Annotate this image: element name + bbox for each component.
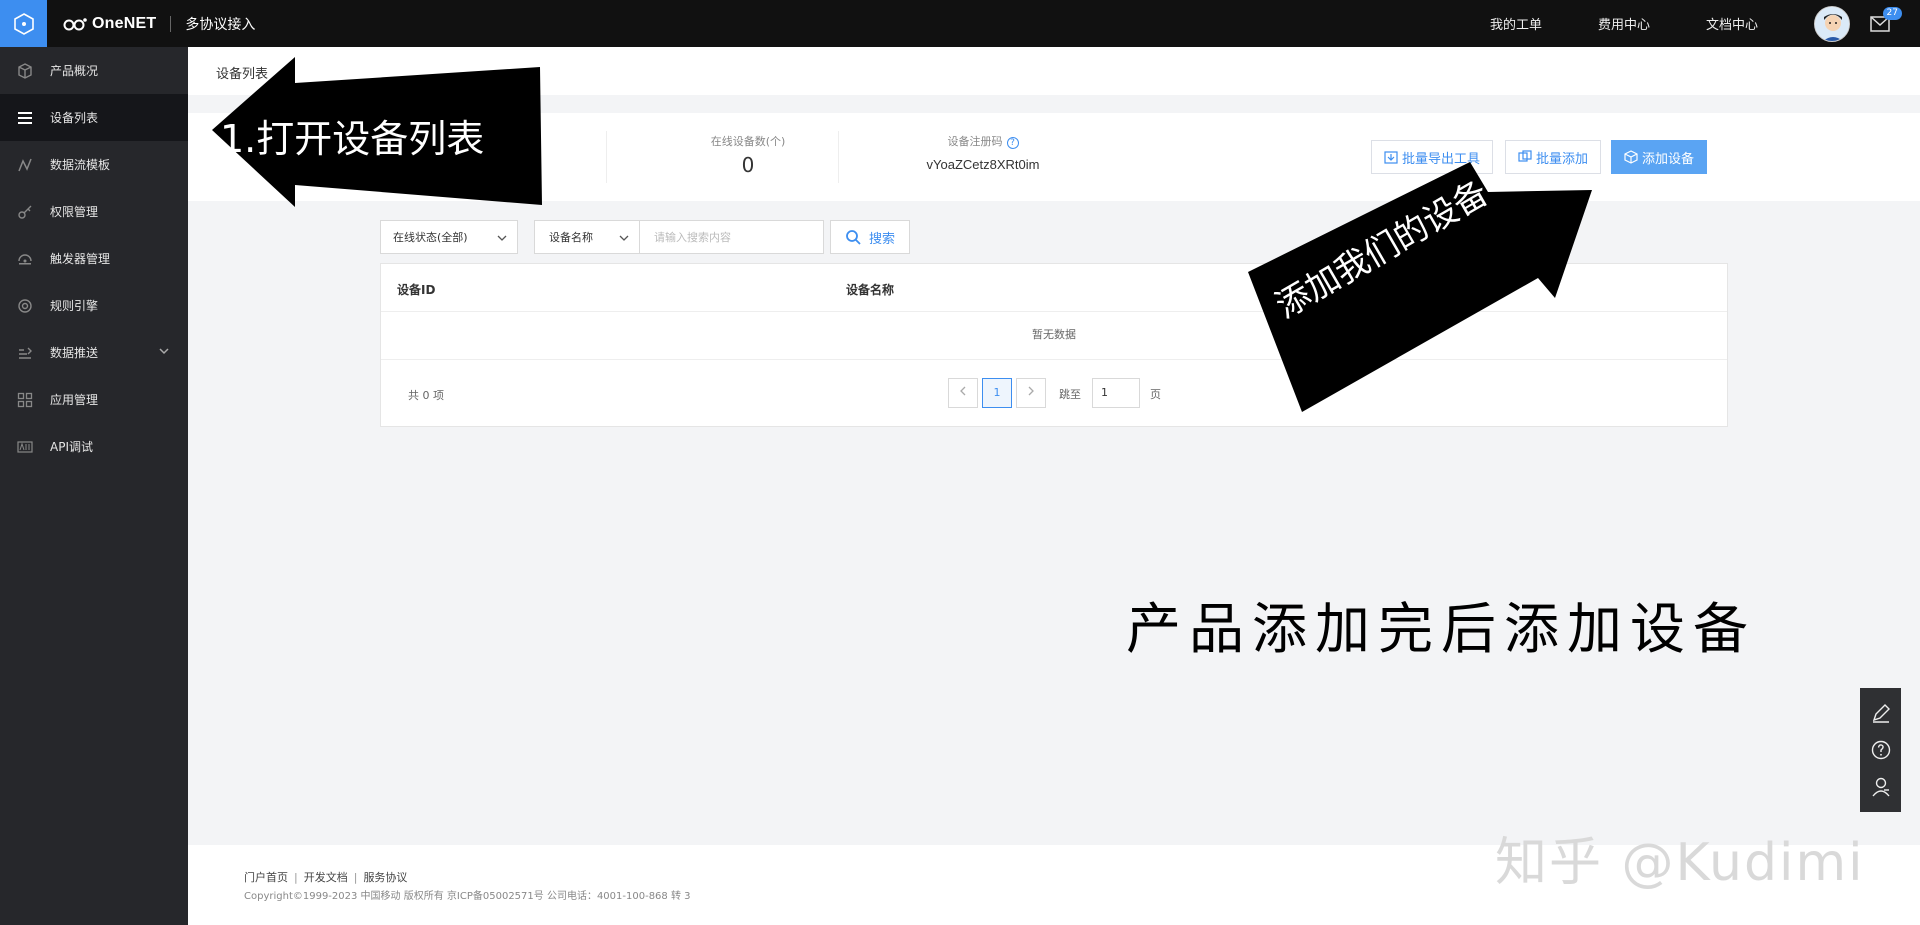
sidebar-item-datastream-template[interactable]: 数据流模板 [0, 141, 188, 188]
apps-icon [16, 391, 34, 409]
billing-center-link[interactable]: 费用中心 [1598, 14, 1650, 33]
footer-link-dev-docs[interactable]: 开发文档 [304, 871, 348, 884]
brand-name: OneNET [92, 14, 157, 32]
search-button-label: 搜索 [869, 231, 896, 247]
edit-icon[interactable] [1870, 702, 1892, 724]
prev-page-button[interactable] [948, 378, 978, 408]
sidebar-item-permissions[interactable]: 权限管理 [0, 188, 188, 235]
search-field-select[interactable]: 设备名称 [534, 220, 640, 254]
sidebar-item-api-debug[interactable]: API调试 [0, 423, 188, 470]
caption-annotation-text: 产品添加完后添加设备 [1126, 597, 1757, 661]
search-field-value: 设备名称 [549, 231, 593, 244]
product-name[interactable]: 多协议接入 [185, 14, 255, 34]
home-logo-button[interactable] [0, 0, 47, 47]
sidebar-item-label: 产品概况 [50, 64, 99, 78]
hexagon-logo-icon [13, 12, 34, 35]
search-input[interactable]: 请输入搜索内容 [639, 220, 824, 254]
push-icon [16, 344, 34, 362]
registration-code-label: 设备注册码? [883, 133, 1083, 149]
chevron-down-icon[interactable] [158, 345, 170, 357]
sidebar-item-product-overview[interactable]: 产品概况 [0, 47, 188, 94]
page-unit-label: 页 [1150, 388, 1161, 401]
my-tickets-link[interactable]: 我的工单 [1490, 14, 1542, 33]
column-header-device-id: 设备ID [397, 283, 436, 297]
online-status-select[interactable]: 在线状态(全部) [380, 220, 518, 254]
footer-link-service-agreement[interactable]: 服务协议 [363, 871, 407, 884]
search-icon [846, 230, 861, 245]
user-avatar[interactable] [1814, 5, 1850, 42]
sidebar-item-device-list[interactable]: 设备列表 [0, 94, 188, 141]
sidebar-item-data-push[interactable]: 数据推送 [0, 329, 188, 376]
divider [170, 15, 172, 32]
online-status-value: 在线状态(全部) [393, 231, 468, 244]
chevron-left-icon [960, 386, 966, 396]
avatar-face-icon [1815, 6, 1849, 41]
registration-code-stat: 设备注册码? vYoaZCetz8XRt0im [883, 133, 1083, 172]
sidebar-item-label: 规则引擎 [50, 299, 99, 313]
next-page-button[interactable] [1016, 378, 1046, 408]
sidebar-item-rule-engine[interactable]: 规则引擎 [0, 282, 188, 329]
search-button[interactable]: 搜索 [830, 220, 910, 254]
divider [606, 131, 607, 183]
cube-icon [1624, 150, 1638, 164]
footer-links: 门户首页 | 开发文档 | 服务协议 [244, 871, 408, 884]
registration-code-label-text: 设备注册码 [947, 135, 1003, 148]
stream-icon [16, 156, 34, 174]
add-device-button[interactable]: 添加设备 [1611, 140, 1708, 174]
jump-page-input[interactable]: 1 [1092, 378, 1140, 408]
copyright-text: Copyright©1999-2023 中国移动 版权所有 京ICP备05002… [244, 891, 691, 902]
sidebar-item-label: 数据流模板 [50, 158, 111, 172]
sidebar-item-label: 应用管理 [50, 393, 99, 407]
total-count: 共 0 项 [408, 389, 444, 402]
onenet-brand-logo[interactable]: OneNET [63, 15, 156, 33]
cube-icon [16, 62, 34, 80]
chevron-right-icon [1028, 386, 1034, 396]
customer-service-icon[interactable] [1870, 776, 1892, 798]
chevron-down-icon [619, 235, 629, 241]
footer-link-portal-home[interactable]: 门户首页 [244, 871, 288, 884]
sidebar-item-label: 数据推送 [50, 346, 99, 360]
sidebar-item-label: 设备列表 [50, 111, 99, 125]
unread-count-badge: 27 [1882, 6, 1902, 20]
column-header-device-name: 设备名称 [846, 283, 895, 297]
rule-icon [16, 297, 34, 315]
help-icon[interactable] [1870, 739, 1892, 761]
sidebar-item-label: 触发器管理 [50, 252, 111, 266]
docs-center-link[interactable]: 文档中心 [1706, 14, 1758, 33]
sidebar-item-label: API调试 [50, 440, 93, 454]
sidebar: 产品概况 设备列表 数据流模板 权限管理 触发器管理 规则引擎 数据推送 应用管… [0, 47, 188, 925]
help-icon[interactable]: ? [1006, 137, 1019, 149]
registration-code-value: vYoaZCetz8XRt0im [926, 157, 1040, 172]
onenet-logo-icon [63, 17, 87, 30]
sidebar-item-label: 权限管理 [50, 205, 99, 219]
zhihu-watermark: 知乎 @Kudimi [1495, 833, 1865, 893]
api-icon [16, 438, 34, 456]
top-navbar: OneNET 多协议接入 我的工单 费用中心 文档中心 27 [0, 0, 1920, 47]
page-number-button[interactable]: 1 [982, 378, 1012, 408]
sidebar-item-app-management[interactable]: 应用管理 [0, 376, 188, 423]
list-icon [16, 109, 34, 127]
step1-annotation-text: 1.打开设备列表 [220, 117, 485, 161]
jump-to-label: 跳至 [1059, 388, 1081, 401]
floating-toolbar [1860, 688, 1901, 812]
messages-button[interactable]: 27 [1870, 6, 1902, 32]
online-devices-label: 在线设备数(个) [710, 135, 786, 148]
add-device-label: 添加设备 [1642, 151, 1695, 167]
online-devices-stat: 在线设备数(个) 0 [673, 133, 823, 177]
online-devices-value: 0 [741, 153, 755, 177]
chevron-down-icon [497, 235, 507, 241]
trigger-icon [16, 250, 34, 268]
sidebar-item-triggers[interactable]: 触发器管理 [0, 235, 188, 282]
divider [838, 131, 839, 183]
key-icon [16, 203, 34, 221]
